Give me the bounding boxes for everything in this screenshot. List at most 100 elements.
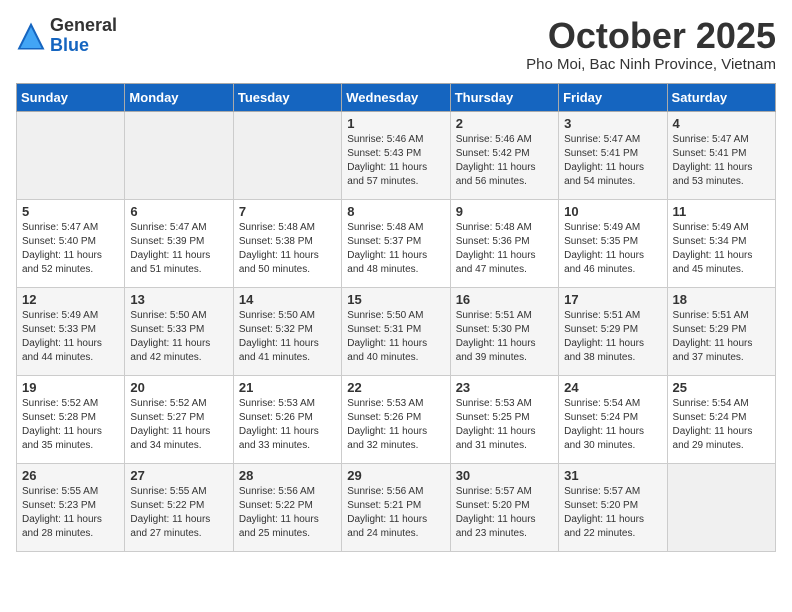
day-info: Sunrise: 5:49 AM Sunset: 5:33 PM Dayligh… — [22, 309, 119, 365]
day-number: 19 — [22, 380, 119, 395]
logo-blue: Blue — [50, 36, 117, 56]
day-number: 16 — [456, 292, 553, 307]
calendar-cell: 8 Sunrise: 5:48 AM Sunset: 5:37 PM Daylig… — [342, 199, 450, 287]
calendar-cell: 26Sunrise: 5:55 AM Sunset: 5:23 PM Dayli… — [17, 463, 125, 551]
day-info: Sunrise: 5:55 AM Sunset: 5:23 PM Dayligh… — [22, 485, 119, 541]
day-info: Sunrise: 5:56 AM Sunset: 5:22 PM Dayligh… — [239, 485, 336, 541]
day-number: 1 — [347, 116, 444, 131]
calendar-cell: 11 Sunrise: 5:49 AM Sunset: 5:34 PM Dayli… — [667, 199, 775, 287]
column-header-thursday: Thursday — [450, 83, 558, 111]
calendar-table: SundayMondayTuesdayWednesdayThursdayFrid… — [16, 83, 776, 552]
calendar-cell: 27Sunrise: 5:55 AM Sunset: 5:22 PM Dayli… — [125, 463, 233, 551]
week-row-1: 1 Sunrise: 5:46 AM Sunset: 5:43 PM Daylig… — [17, 111, 776, 199]
calendar-cell — [667, 463, 775, 551]
calendar-cell: 18 Sunrise: 5:51 AM Sunset: 5:29 PM Dayli… — [667, 287, 775, 375]
day-info: Sunrise: 5:46 AM Sunset: 5:42 PM Dayligh… — [456, 133, 553, 189]
day-number: 21 — [239, 380, 336, 395]
day-info: Sunrise: 5:51 AM Sunset: 5:30 PM Dayligh… — [456, 309, 553, 365]
day-number: 27 — [130, 468, 227, 483]
calendar-cell: 3 Sunrise: 5:47 AM Sunset: 5:41 PM Daylig… — [559, 111, 667, 199]
calendar-cell: 6 Sunrise: 5:47 AM Sunset: 5:39 PM Daylig… — [125, 199, 233, 287]
calendar-cell: 16 Sunrise: 5:51 AM Sunset: 5:30 PM Dayli… — [450, 287, 558, 375]
logo: General Blue — [16, 16, 117, 56]
day-number: 9 — [456, 204, 553, 219]
day-number: 22 — [347, 380, 444, 395]
day-number: 25 — [673, 380, 770, 395]
week-row-2: 5 Sunrise: 5:47 AM Sunset: 5:40 PM Daylig… — [17, 199, 776, 287]
day-info: Sunrise: 5:50 AM Sunset: 5:32 PM Dayligh… — [239, 309, 336, 365]
page-header: General Blue October 2025 Pho Moi, Bac N… — [16, 16, 776, 73]
day-info: Sunrise: 5:46 AM Sunset: 5:43 PM Dayligh… — [347, 133, 444, 189]
day-info: Sunrise: 5:48 AM Sunset: 5:36 PM Dayligh… — [456, 221, 553, 277]
day-info: Sunrise: 5:47 AM Sunset: 5:40 PM Dayligh… — [22, 221, 119, 277]
day-info: Sunrise: 5:48 AM Sunset: 5:37 PM Dayligh… — [347, 221, 444, 277]
calendar-cell: 22 Sunrise: 5:53 AM Sunset: 5:26 PM Dayli… — [342, 375, 450, 463]
logo-icon — [16, 21, 46, 51]
day-info: Sunrise: 5:51 AM Sunset: 5:29 PM Dayligh… — [673, 309, 770, 365]
day-number: 11 — [673, 204, 770, 219]
calendar-cell — [17, 111, 125, 199]
day-number: 8 — [347, 204, 444, 219]
day-number: 17 — [564, 292, 661, 307]
calendar-cell: 31 Sunrise: 5:57 AM Sunset: 5:20 PM Dayli… — [559, 463, 667, 551]
calendar-cell: 2Sunrise: 5:46 AM Sunset: 5:42 PM Daylig… — [450, 111, 558, 199]
day-number: 5 — [22, 204, 119, 219]
calendar-cell: 30 Sunrise: 5:57 AM Sunset: 5:20 PM Dayli… — [450, 463, 558, 551]
day-number: 30 — [456, 468, 553, 483]
day-info: Sunrise: 5:47 AM Sunset: 5:39 PM Dayligh… — [130, 221, 227, 277]
header-row: SundayMondayTuesdayWednesdayThursdayFrid… — [17, 83, 776, 111]
day-number: 10 — [564, 204, 661, 219]
week-row-4: 19 Sunrise: 5:52 AM Sunset: 5:28 PM Dayli… — [17, 375, 776, 463]
day-info: Sunrise: 5:50 AM Sunset: 5:33 PM Dayligh… — [130, 309, 227, 365]
calendar-cell: 15Sunrise: 5:50 AM Sunset: 5:31 PM Dayli… — [342, 287, 450, 375]
logo-text: General Blue — [50, 16, 117, 56]
day-info: Sunrise: 5:53 AM Sunset: 5:26 PM Dayligh… — [347, 397, 444, 453]
calendar-cell: 29Sunrise: 5:56 AM Sunset: 5:21 PM Dayli… — [342, 463, 450, 551]
day-number: 29 — [347, 468, 444, 483]
day-number: 20 — [130, 380, 227, 395]
day-info: Sunrise: 5:51 AM Sunset: 5:29 PM Dayligh… — [564, 309, 661, 365]
day-info: Sunrise: 5:49 AM Sunset: 5:35 PM Dayligh… — [564, 221, 661, 277]
month-title: October 2025 — [526, 16, 776, 56]
calendar-cell: 21 Sunrise: 5:53 AM Sunset: 5:26 PM Dayli… — [233, 375, 341, 463]
day-number: 7 — [239, 204, 336, 219]
day-number: 24 — [564, 380, 661, 395]
day-info: Sunrise: 5:52 AM Sunset: 5:28 PM Dayligh… — [22, 397, 119, 453]
column-header-monday: Monday — [125, 83, 233, 111]
day-info: Sunrise: 5:47 AM Sunset: 5:41 PM Dayligh… — [564, 133, 661, 189]
calendar-cell: 28Sunrise: 5:56 AM Sunset: 5:22 PM Dayli… — [233, 463, 341, 551]
calendar-cell: 24 Sunrise: 5:54 AM Sunset: 5:24 PM Dayli… — [559, 375, 667, 463]
day-info: Sunrise: 5:53 AM Sunset: 5:26 PM Dayligh… — [239, 397, 336, 453]
title-block: October 2025 Pho Moi, Bac Ninh Province,… — [526, 16, 776, 73]
calendar-cell: 17 Sunrise: 5:51 AM Sunset: 5:29 PM Dayli… — [559, 287, 667, 375]
column-header-saturday: Saturday — [667, 83, 775, 111]
calendar-cell — [233, 111, 341, 199]
day-info: Sunrise: 5:54 AM Sunset: 5:24 PM Dayligh… — [564, 397, 661, 453]
logo-general: General — [50, 16, 117, 36]
column-header-wednesday: Wednesday — [342, 83, 450, 111]
day-number: 31 — [564, 468, 661, 483]
day-info: Sunrise: 5:47 AM Sunset: 5:41 PM Dayligh… — [673, 133, 770, 189]
day-number: 12 — [22, 292, 119, 307]
column-header-friday: Friday — [559, 83, 667, 111]
calendar-cell: 12 Sunrise: 5:49 AM Sunset: 5:33 PM Dayli… — [17, 287, 125, 375]
day-info: Sunrise: 5:57 AM Sunset: 5:20 PM Dayligh… — [564, 485, 661, 541]
day-number: 4 — [673, 116, 770, 131]
calendar-cell: 9 Sunrise: 5:48 AM Sunset: 5:36 PM Daylig… — [450, 199, 558, 287]
calendar-cell: 1 Sunrise: 5:46 AM Sunset: 5:43 PM Daylig… — [342, 111, 450, 199]
day-number: 18 — [673, 292, 770, 307]
day-info: Sunrise: 5:49 AM Sunset: 5:34 PM Dayligh… — [673, 221, 770, 277]
day-number: 14 — [239, 292, 336, 307]
week-row-3: 12 Sunrise: 5:49 AM Sunset: 5:33 PM Dayli… — [17, 287, 776, 375]
calendar-cell: 7 Sunrise: 5:48 AM Sunset: 5:38 PM Daylig… — [233, 199, 341, 287]
day-number: 3 — [564, 116, 661, 131]
day-info: Sunrise: 5:48 AM Sunset: 5:38 PM Dayligh… — [239, 221, 336, 277]
day-number: 23 — [456, 380, 553, 395]
calendar-cell: 10 Sunrise: 5:49 AM Sunset: 5:35 PM Dayli… — [559, 199, 667, 287]
location: Pho Moi, Bac Ninh Province, Vietnam — [526, 56, 776, 73]
week-row-5: 26Sunrise: 5:55 AM Sunset: 5:23 PM Dayli… — [17, 463, 776, 551]
day-number: 6 — [130, 204, 227, 219]
day-info: Sunrise: 5:57 AM Sunset: 5:20 PM Dayligh… — [456, 485, 553, 541]
calendar-cell: 4 Sunrise: 5:47 AM Sunset: 5:41 PM Daylig… — [667, 111, 775, 199]
calendar-cell — [125, 111, 233, 199]
